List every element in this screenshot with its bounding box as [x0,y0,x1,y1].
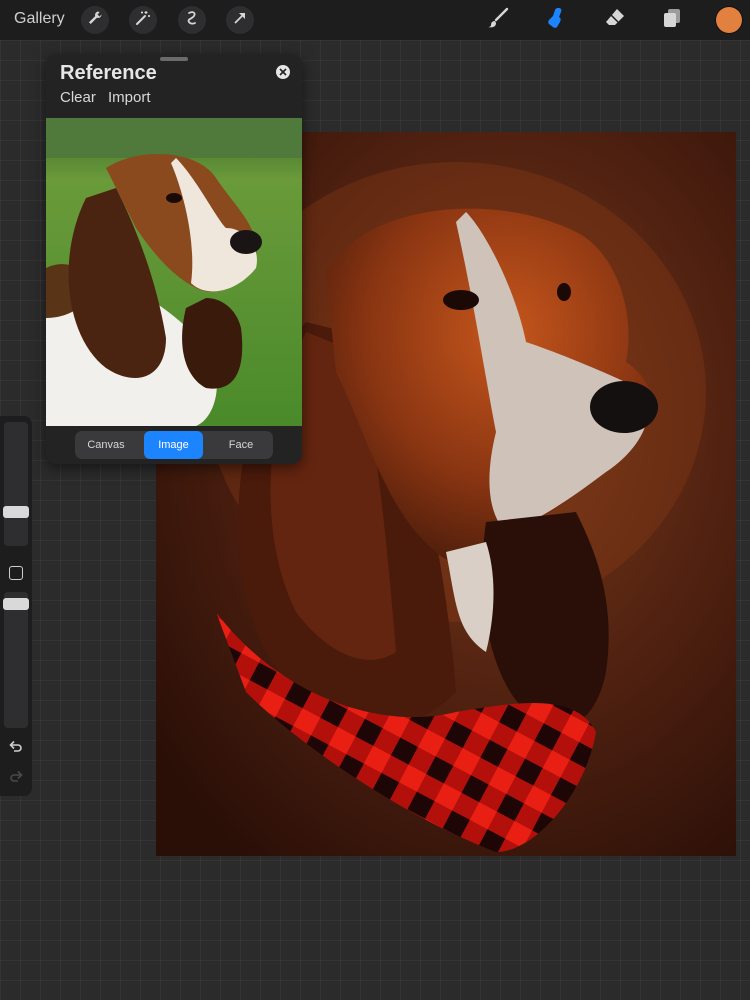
clear-button[interactable]: Clear [60,89,96,106]
tab-image[interactable]: Image [144,431,203,459]
reference-panel: Reference Clear Import Canvas Image Face [46,54,302,464]
opacity-thumb[interactable] [3,598,29,610]
gallery-button[interactable]: Gallery [14,10,65,28]
selection-button[interactable] [178,6,206,34]
left-sidebar [0,416,32,796]
layers-tool[interactable] [658,6,686,34]
close-reference-button[interactable] [276,65,290,79]
eraser-icon [603,6,627,35]
brush-size-slider[interactable] [3,422,29,546]
tab-canvas[interactable]: Canvas [75,431,137,459]
layers-icon [660,6,684,35]
reference-image[interactable] [46,118,302,426]
brush-size-thumb[interactable] [3,506,29,518]
smudge-tool[interactable] [542,6,570,34]
opacity-slider[interactable] [3,592,29,728]
close-icon [279,63,287,81]
import-button[interactable]: Import [108,89,151,106]
reference-title: Reference [60,62,157,84]
eraser-tool[interactable] [601,6,629,34]
color-picker-button[interactable] [716,7,742,33]
transform-button[interactable] [226,6,254,34]
brush-icon [486,6,510,35]
actions-button[interactable] [81,6,109,34]
wrench-icon [87,10,103,31]
reference-mode-control: Canvas Image Face [75,431,273,459]
panel-drag-handle[interactable] [160,57,188,61]
adjustments-button[interactable] [129,6,157,34]
reference-photo-basset-hound [46,118,302,426]
smudge-icon [544,6,568,35]
selection-icon [184,10,200,31]
transform-arrow-icon [232,10,248,31]
tab-face[interactable]: Face [209,431,273,459]
brush-tool[interactable] [484,6,512,34]
redo-icon[interactable] [8,768,24,784]
top-toolbar: Gallery [0,0,750,40]
magic-wand-icon [135,10,151,31]
modify-button[interactable] [9,566,23,580]
undo-icon[interactable] [8,738,24,754]
